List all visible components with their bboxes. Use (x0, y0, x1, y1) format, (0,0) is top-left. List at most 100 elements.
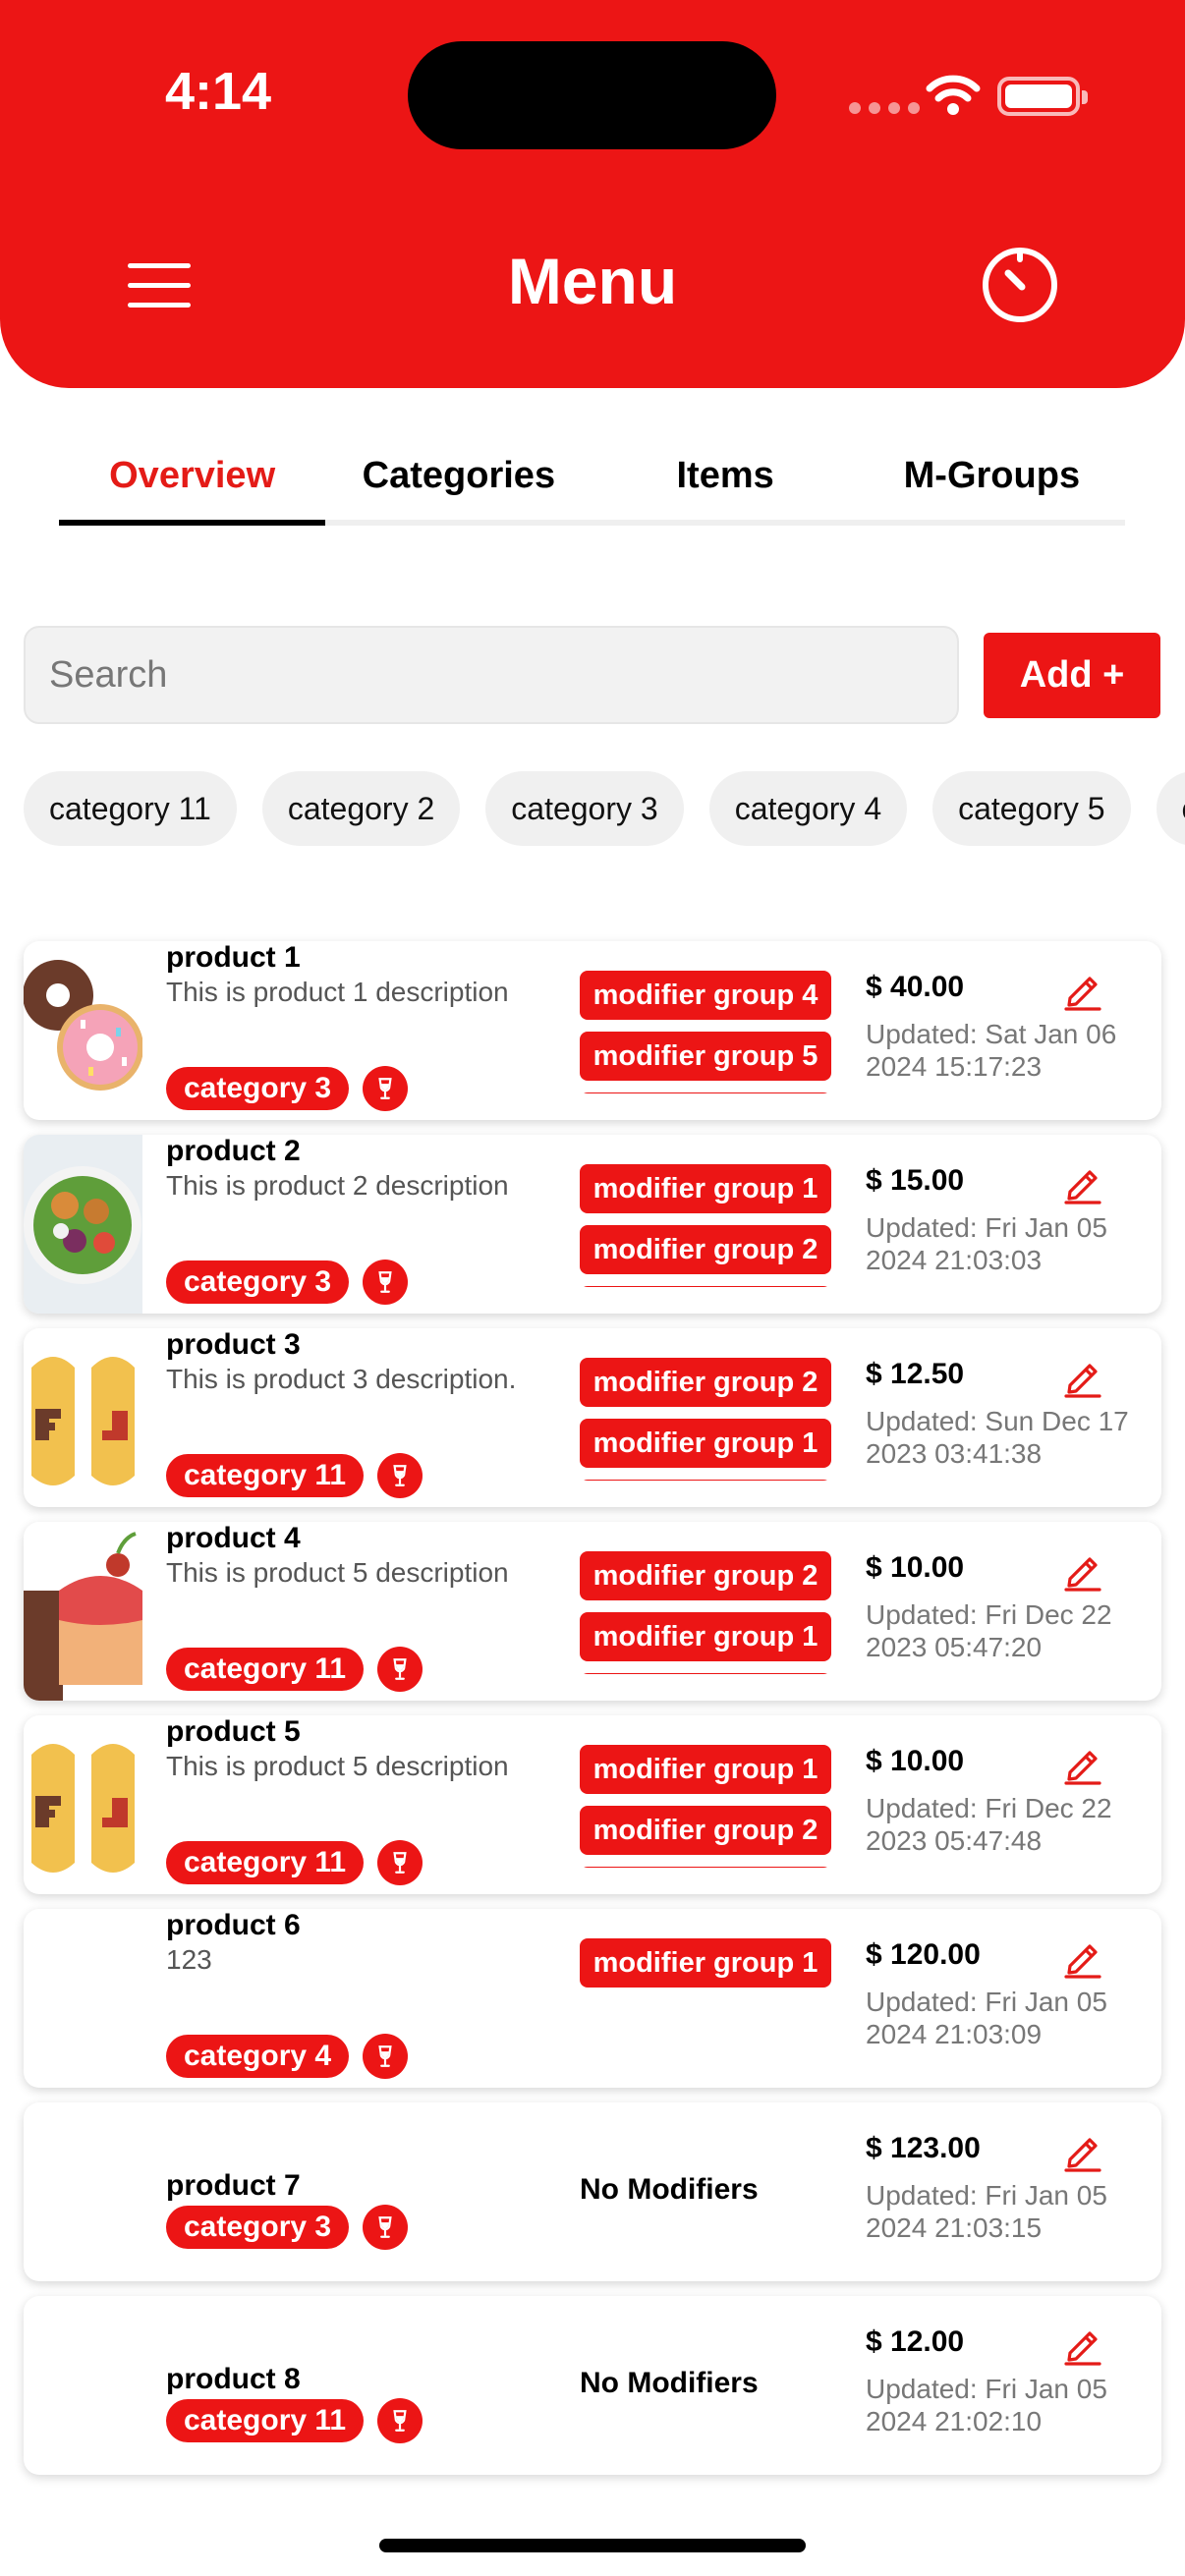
modifier-group-badge: modifier group 3 (580, 1286, 831, 1287)
product-price: $ 12.00 (866, 2325, 965, 2358)
edit-pencil-icon[interactable] (1060, 1741, 1105, 1786)
product-badges: category 3 (166, 2205, 409, 2250)
tab-items[interactable]: Items (592, 447, 859, 520)
search-input[interactable] (24, 626, 959, 724)
modifier-group-badge: modifier group 1 (580, 1612, 831, 1661)
product-description: This is product 1 description (166, 977, 509, 1007)
modifier-group-badge: modifier group 3 (580, 1673, 831, 1674)
product-card[interactable]: product 4 This is product 5 description c… (24, 1522, 1161, 1701)
product-card[interactable]: product 3 This is product 3 description. … (24, 1328, 1161, 1507)
product-card[interactable]: product 8 category 11 No Modifiers $ 12.0… (24, 2296, 1161, 2475)
modifier-group-badge: modifier group 3 (580, 1480, 831, 1481)
wine-glass-icon (377, 1453, 423, 1498)
modifier-group-badge: modifier group 2 (580, 1806, 831, 1855)
tab-bar: Overview Categories Items M-Groups (59, 447, 1125, 526)
no-modifiers-label: No Modifiers (580, 2367, 759, 2399)
app-header: 4:14 Menu (0, 0, 1185, 388)
edit-pencil-icon[interactable] (1060, 967, 1105, 1012)
modifier-group-badge: modifier group 4 (580, 971, 831, 1020)
category-badge: category 11 (166, 1648, 365, 1691)
product-description: This is product 3 description. (166, 1364, 517, 1394)
modifier-group-list: modifier group 2 modifier group 1 modifier… (580, 1551, 831, 1674)
wine-glass-icon (377, 1647, 423, 1692)
product-price: $ 123.00 (866, 2132, 981, 2164)
product-price: $ 12.50 (866, 1358, 965, 1390)
product-name: product 4 (166, 1522, 301, 1554)
edit-pencil-icon[interactable] (1060, 1934, 1105, 1980)
modifier-group-badge: modifier group 1 (580, 1419, 831, 1468)
updated-timestamp: Updated: Fri Jan 05 2024 21:03:15 (866, 2180, 1107, 2243)
product-badges: category 4 (166, 2034, 409, 2079)
updated-timestamp: Updated: Sat Jan 06 2024 15:17:23 (866, 1019, 1117, 1082)
dynamic-island (408, 41, 776, 149)
category-chip[interactable]: category 3 (485, 771, 684, 846)
category-chip[interactable]: category 11 (24, 771, 237, 846)
status-time: 4:14 (165, 62, 272, 121)
product-card[interactable]: product 1 This is product 1 description c… (24, 941, 1161, 1120)
product-badges: category 11 (166, 1647, 423, 1692)
add-button[interactable]: Add + (984, 633, 1160, 718)
product-description: 123 (166, 1944, 212, 1975)
product-badges: category 3 (166, 1260, 409, 1305)
battery-icon (997, 77, 1088, 116)
modifier-group-badge: modifier group 1 (580, 1938, 831, 1988)
product-card[interactable]: product 5 This is product 5 description c… (24, 1715, 1161, 1894)
category-chip[interactable]: category 4 (708, 771, 908, 846)
modifier-group-badge: modifier group 2 (580, 1225, 831, 1274)
no-modifiers-label: No Modifiers (580, 2173, 759, 2206)
product-badges: category 11 (166, 1840, 423, 1885)
product-description: This is product 5 description (166, 1557, 509, 1588)
category-badge: category 11 (166, 2399, 365, 2442)
product-price: $ 40.00 (866, 971, 965, 1003)
category-badge: category 4 (166, 2035, 350, 2078)
edit-pencil-icon[interactable] (1060, 1354, 1105, 1399)
modifier-group-badge: modifier group 1 (580, 1745, 831, 1794)
category-badge: category 3 (166, 2206, 350, 2249)
updated-timestamp: Updated: Fri Dec 22 2023 05:47:20 (866, 1599, 1112, 1662)
edit-pencil-icon[interactable] (1060, 2322, 1105, 2367)
modifier-group-badge: modifier group 1 (580, 1164, 831, 1213)
category-badge: category 11 (166, 1841, 365, 1884)
product-image (24, 1522, 142, 1701)
updated-timestamp: Updated: Fri Dec 22 2023 05:47:48 (866, 1793, 1112, 1856)
product-description: This is product 5 description (166, 1751, 509, 1781)
category-badge: category 3 (166, 1260, 350, 1304)
product-card[interactable]: product 7 category 3 No Modifiers $ 123.0… (24, 2102, 1161, 2281)
updated-timestamp: Updated: Sun Dec 17 2023 03:41:38 (866, 1406, 1129, 1469)
tab-m-groups[interactable]: M-Groups (859, 447, 1125, 520)
category-chip[interactable]: category 6 (1156, 771, 1185, 846)
cellular-signal-icon (849, 102, 920, 114)
modifier-group-list: modifier group 1 modifier group 2 modifier… (580, 1745, 831, 1868)
edit-pencil-icon[interactable] (1060, 2128, 1105, 2173)
product-name: product 7 (166, 2169, 301, 2202)
product-image (24, 1715, 142, 1894)
product-card[interactable]: product 2 This is product 2 description c… (24, 1135, 1161, 1314)
wine-glass-icon (377, 1840, 423, 1885)
wine-glass-icon (363, 1066, 409, 1111)
product-badges: category 11 (166, 1453, 423, 1498)
product-name: product 5 (166, 1715, 301, 1748)
product-image (24, 1328, 142, 1507)
product-price: $ 120.00 (866, 1938, 981, 1971)
product-name: product 8 (166, 2363, 301, 2395)
product-card[interactable]: product 6 123 category 4 modifier group 1… (24, 1909, 1161, 2088)
category-chip[interactable]: category 5 (932, 771, 1131, 846)
modifier-group-badge: modifier group 6 (580, 1092, 831, 1093)
product-badges: category 3 (166, 1066, 409, 1111)
product-price: $ 15.00 (866, 1164, 965, 1197)
wine-glass-icon (363, 2034, 409, 2079)
timer-icon[interactable] (979, 244, 1061, 326)
category-filter-chips: category 11 category 2 category 3 category … (24, 771, 1185, 846)
tab-overview[interactable]: Overview (59, 447, 326, 526)
tab-categories[interactable]: Categories (325, 447, 592, 520)
modifier-group-badge: modifier group 5 (580, 1032, 831, 1081)
edit-pencil-icon[interactable] (1060, 1547, 1105, 1593)
edit-pencil-icon[interactable] (1060, 1160, 1105, 1205)
wifi-icon (926, 75, 981, 115)
modifier-group-badge: modifier group 2 (580, 1358, 831, 1407)
modifier-group-list: modifier group 2 modifier group 1 modifier… (580, 1358, 831, 1481)
product-name: product 2 (166, 1135, 301, 1167)
home-indicator (379, 2539, 806, 2552)
modifier-group-list: modifier group 1 modifier group 2 modifier… (580, 1164, 831, 1287)
category-chip[interactable]: category 2 (261, 771, 461, 846)
